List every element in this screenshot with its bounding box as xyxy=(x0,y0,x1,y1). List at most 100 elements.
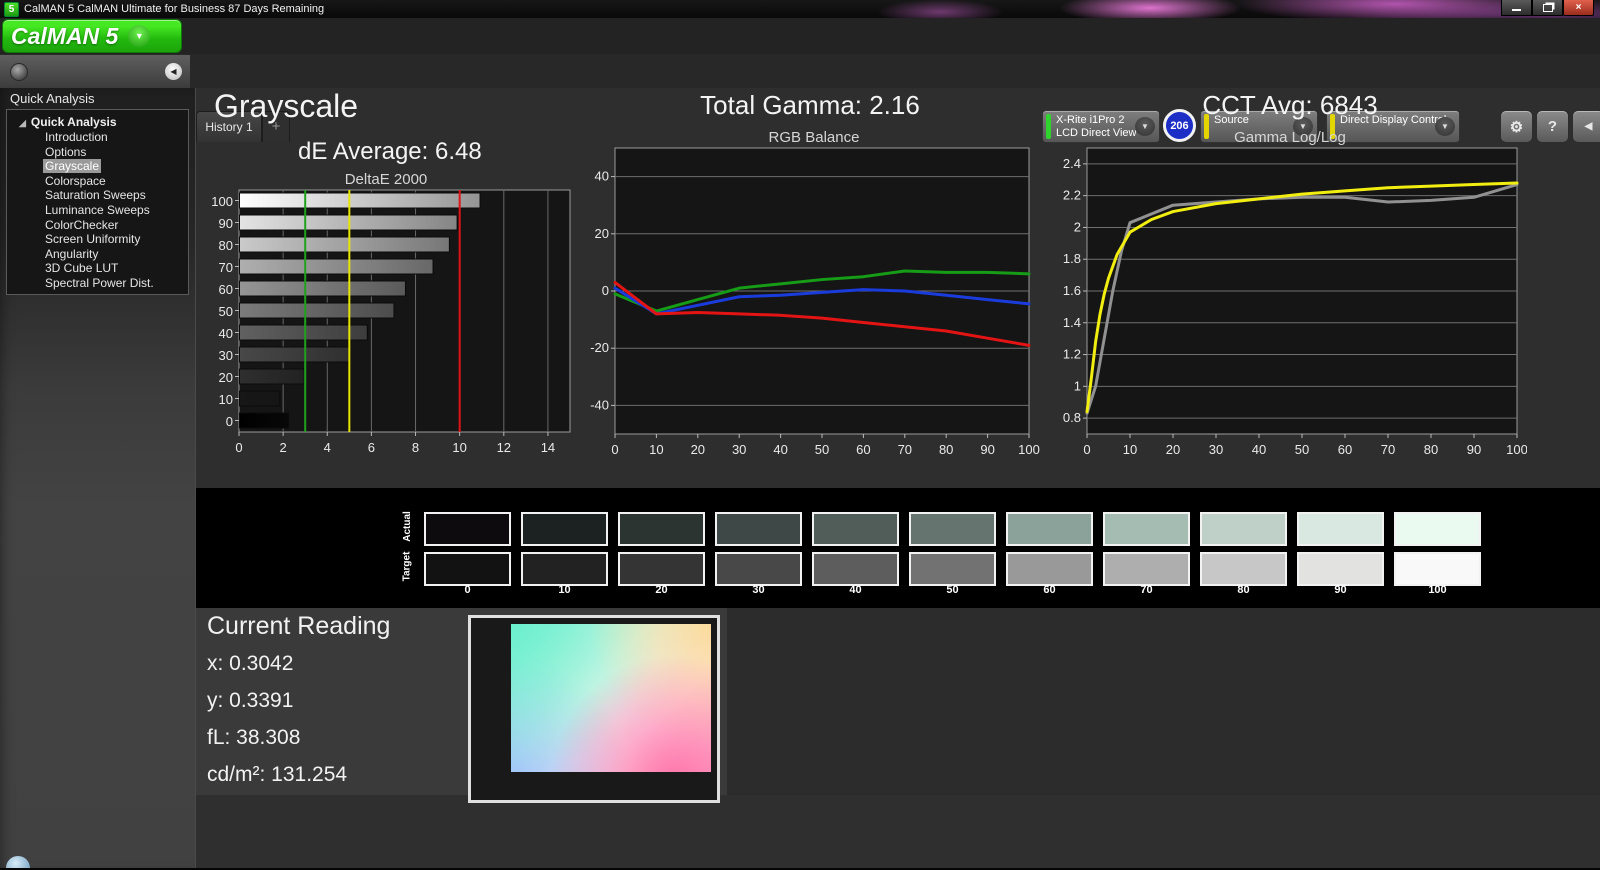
svg-text:-40: -40 xyxy=(590,397,609,412)
target-swatch-60 xyxy=(1006,552,1093,586)
svg-text:30: 30 xyxy=(732,442,746,454)
sidebar-item-options[interactable]: Options xyxy=(43,145,188,160)
svg-text:0.8: 0.8 xyxy=(1063,410,1081,425)
deltae-chart-svg: 100908070605040302010002468101214 xyxy=(197,186,575,458)
close-button[interactable]: × xyxy=(1563,0,1594,16)
knob-icon[interactable] xyxy=(10,63,28,81)
sidebar-item-spectral-power-dist-[interactable]: Spectral Power Dist. xyxy=(43,276,188,291)
workflow-root[interactable]: ◢ Quick Analysis xyxy=(19,115,188,129)
svg-text:10: 10 xyxy=(219,392,233,407)
actual-swatch-80 xyxy=(1200,512,1287,546)
svg-text:20: 20 xyxy=(1166,442,1180,454)
swatch-level-label: 80 xyxy=(1200,584,1287,596)
svg-text:30: 30 xyxy=(1209,442,1223,454)
minimize-button[interactable] xyxy=(1501,0,1532,16)
window-controls: × xyxy=(1501,0,1594,15)
swatch-level-label: 20 xyxy=(618,584,705,596)
sidebar: Quick Analysis ◢ Quick AnalysisIntroducti… xyxy=(0,88,196,870)
calman-window: 5 CalMAN 5 CalMAN Ultimate for Business … xyxy=(0,0,1600,870)
svg-text:8: 8 xyxy=(412,440,419,455)
svg-text:0: 0 xyxy=(226,414,233,429)
current-reading-title: Current Reading xyxy=(207,612,390,641)
de-average-readout: dE Average: 6.48 xyxy=(298,138,482,166)
sidebar-item-angularity[interactable]: Angularity xyxy=(43,247,188,262)
actual-swatch-60 xyxy=(1006,512,1093,546)
svg-text:100: 100 xyxy=(211,194,233,209)
collapse-sidebar-button[interactable]: ◀ xyxy=(165,63,182,80)
svg-text:2: 2 xyxy=(1074,219,1081,234)
sidebar-item-colorspace[interactable]: Colorspace xyxy=(43,174,188,189)
sidebar-item-grayscale[interactable]: Grayscale xyxy=(43,159,188,174)
svg-text:80: 80 xyxy=(1424,442,1438,454)
actual-row-label: Actual xyxy=(402,511,413,542)
sidebar-item-introduction[interactable]: Introduction xyxy=(43,130,188,145)
sidebar-item-luminance-sweeps[interactable]: Luminance Sweeps xyxy=(43,203,188,218)
svg-text:90: 90 xyxy=(1467,442,1481,454)
help-button[interactable]: ? xyxy=(1536,110,1569,143)
sidebar-item-saturation-sweeps[interactable]: Saturation Sweeps xyxy=(43,188,188,203)
svg-text:100: 100 xyxy=(1018,442,1040,454)
target-swatch-20 xyxy=(618,552,705,586)
target-swatch-100 xyxy=(1394,552,1481,586)
actual-swatch-70 xyxy=(1103,512,1190,546)
grayscale-swatch-strip: ActualTarget0102030405060708090100 xyxy=(196,488,1600,608)
restore-button[interactable] xyxy=(1532,0,1563,16)
target-row-label: Target xyxy=(401,552,412,582)
target-swatch-0 xyxy=(424,552,511,586)
svg-text:20: 20 xyxy=(691,442,705,454)
svg-text:0: 0 xyxy=(1083,442,1090,454)
current-reading-value: fL: 38.308 xyxy=(207,726,300,750)
sidebar-item-colorchecker[interactable]: ColorChecker xyxy=(43,218,188,233)
sidebar-item-label: Colorspace xyxy=(43,174,108,188)
svg-text:40: 40 xyxy=(773,442,787,454)
collapse-toolbar-button[interactable]: ◀ xyxy=(1572,110,1600,143)
sidebar-item-screen-uniformity[interactable]: Screen Uniformity xyxy=(43,232,188,247)
total-gamma-readout: Total Gamma: 2.16 xyxy=(600,90,1020,121)
svg-text:1.4: 1.4 xyxy=(1063,315,1081,330)
pattern-bar xyxy=(196,795,1600,868)
svg-text:12: 12 xyxy=(497,440,511,455)
calman-logo-menu[interactable]: CalMAN 5 ▼ xyxy=(2,19,182,53)
target-swatch-40 xyxy=(812,552,899,586)
sidebar-item-label: Angularity xyxy=(43,247,100,261)
actual-swatch-10 xyxy=(521,512,608,546)
help-icon: ? xyxy=(1548,118,1557,135)
svg-text:1: 1 xyxy=(1074,378,1081,393)
target-swatch-90 xyxy=(1297,552,1384,586)
svg-text:20: 20 xyxy=(595,226,609,241)
sidebar-item-3d-cube-lut[interactable]: 3D Cube LUT xyxy=(43,261,188,276)
svg-text:10: 10 xyxy=(452,440,466,455)
swatch-level-label: 10 xyxy=(521,584,608,596)
svg-text:2.2: 2.2 xyxy=(1063,188,1081,203)
cie-points-overlay xyxy=(471,618,717,800)
workflow-root-label: Quick Analysis xyxy=(31,115,117,129)
swatch-level-label: 70 xyxy=(1103,584,1190,596)
svg-text:60: 60 xyxy=(1338,442,1352,454)
expand-icon[interactable]: ◢ xyxy=(19,118,26,128)
actual-swatch-20 xyxy=(618,512,705,546)
actual-swatch-100 xyxy=(1394,512,1481,546)
swatch-level-label: 90 xyxy=(1297,584,1384,596)
svg-text:80: 80 xyxy=(939,442,953,454)
rgb-balance-svg: -40-20020400102030405060708090100 xyxy=(583,142,1045,454)
svg-text:40: 40 xyxy=(1252,442,1266,454)
svg-text:20: 20 xyxy=(219,370,233,385)
sidebar-item-label: 3D Cube LUT xyxy=(43,261,120,275)
workflow-tree: ◢ Quick AnalysisIntroductionOptionsGraysc… xyxy=(6,109,189,295)
sidebar-item-label: Options xyxy=(43,145,88,159)
svg-text:1.6: 1.6 xyxy=(1063,283,1081,298)
sidebar-toolbar: ◀ xyxy=(0,55,190,88)
meter-status-bar xyxy=(1046,114,1051,139)
sidebar-item-label: Introduction xyxy=(43,130,110,144)
chevron-down-icon[interactable]: ▼ xyxy=(128,25,150,47)
svg-text:0: 0 xyxy=(611,442,618,454)
actual-swatch-50 xyxy=(909,512,996,546)
page-title: Grayscale xyxy=(214,88,358,125)
svg-text:10: 10 xyxy=(1123,442,1137,454)
svg-text:10: 10 xyxy=(649,442,663,454)
svg-text:100: 100 xyxy=(1506,442,1527,454)
sidebar-item-label: Screen Uniformity xyxy=(43,232,142,246)
svg-text:60: 60 xyxy=(856,442,870,454)
target-swatch-50 xyxy=(909,552,996,586)
svg-text:70: 70 xyxy=(1381,442,1395,454)
